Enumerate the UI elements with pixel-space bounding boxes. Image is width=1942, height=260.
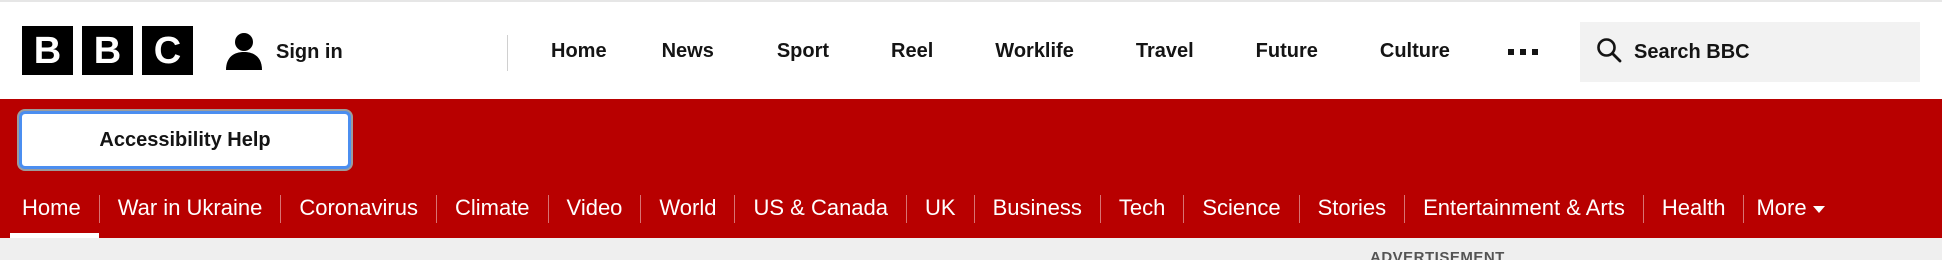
sign-in-link[interactable]: Sign in xyxy=(224,30,343,74)
header-divider xyxy=(507,35,508,71)
section-nav-home[interactable]: Home xyxy=(10,190,99,238)
nav-sport[interactable]: Sport xyxy=(777,40,829,63)
section-nav-us-canada[interactable]: US & Canada xyxy=(735,190,906,233)
bbc-logo[interactable]: B B C xyxy=(22,26,193,75)
advertisement-strip: ADVERTISEMENT xyxy=(0,238,1942,260)
section-nav-health[interactable]: Health xyxy=(1644,190,1744,233)
logo-letter-c: C xyxy=(142,26,193,75)
logo-letter-b1: B xyxy=(22,26,73,75)
section-nav-war-in-ukraine[interactable]: War in Ukraine xyxy=(100,190,281,233)
advertisement-label: ADVERTISEMENT xyxy=(1370,249,1505,260)
nav-worklife[interactable]: Worklife xyxy=(995,40,1074,63)
nav-news[interactable]: News xyxy=(662,40,714,63)
search-placeholder: Search BBC xyxy=(1634,40,1750,63)
section-nav-stories[interactable]: Stories xyxy=(1300,190,1404,233)
section-nav-video[interactable]: Video xyxy=(549,190,641,233)
nav-culture[interactable]: Culture xyxy=(1380,40,1450,63)
accessibility-help-button[interactable]: Accessibility Help xyxy=(19,111,351,169)
section-nav-entertainment-arts[interactable]: Entertainment & Arts xyxy=(1405,190,1643,233)
user-icon xyxy=(224,30,264,75)
section-nav-more[interactable]: More xyxy=(1744,190,1842,233)
search-box[interactable]: Search BBC xyxy=(1580,22,1920,82)
nav-home[interactable]: Home xyxy=(551,40,607,63)
section-nav-uk[interactable]: UK xyxy=(907,190,974,233)
news-band: Accessibility Help Home War in Ukraine C… xyxy=(0,99,1942,238)
section-nav-tech[interactable]: Tech xyxy=(1101,190,1183,233)
search-icon xyxy=(1596,37,1622,68)
section-nav-science[interactable]: Science xyxy=(1184,190,1298,233)
section-nav-world[interactable]: World xyxy=(641,190,734,233)
more-label: More xyxy=(1756,195,1807,220)
section-nav: Home War in Ukraine Coronavirus Climate … xyxy=(10,190,1843,238)
nav-future[interactable]: Future xyxy=(1256,40,1318,63)
more-dots-icon[interactable] xyxy=(1508,49,1538,55)
primary-nav: Home News Sport Reel Worklife Travel Fut… xyxy=(551,2,1450,101)
top-header: B B C Sign in Home News Sport Reel Workl… xyxy=(0,0,1942,99)
chevron-down-icon xyxy=(1812,205,1825,213)
nav-travel[interactable]: Travel xyxy=(1136,40,1194,63)
logo-letter-b2: B xyxy=(82,26,133,75)
section-nav-business[interactable]: Business xyxy=(975,190,1100,233)
nav-reel[interactable]: Reel xyxy=(891,40,933,63)
section-nav-coronavirus[interactable]: Coronavirus xyxy=(281,190,436,233)
sign-in-label: Sign in xyxy=(276,40,343,63)
section-nav-climate[interactable]: Climate xyxy=(437,190,548,233)
